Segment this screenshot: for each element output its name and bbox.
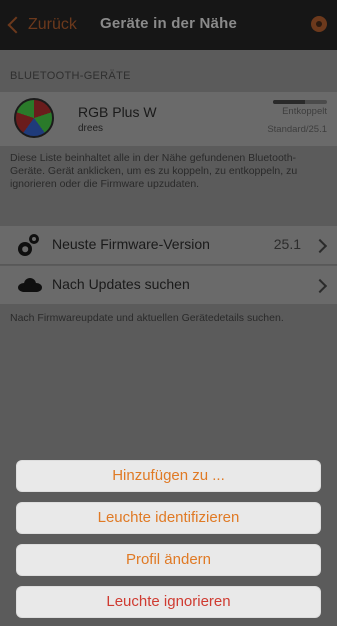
bluetooth-description: Diese Liste beinhaltet alle in der Nähe … [10, 152, 298, 190]
screen: Zurück Geräte in der Nähe BLUETOOTH-GERÄ… [0, 0, 337, 626]
device-status: Entkoppelt [282, 106, 327, 117]
cloud-icon [18, 278, 42, 292]
page-title: Geräte in der Nähe [100, 15, 237, 32]
ignore-light-button[interactable]: Leuchte ignorieren [16, 586, 321, 618]
check-updates-row[interactable]: Nach Updates suchen [0, 266, 337, 304]
signal-fill [273, 100, 306, 104]
firmware-version-value: 25.1 [273, 236, 301, 252]
add-to-button[interactable]: Hinzufügen zu ... [16, 460, 321, 492]
device-subtitle: drees [78, 123, 104, 134]
check-updates-label: Nach Updates suchen [52, 276, 190, 292]
identify-light-button[interactable]: Leuchte identifizieren [16, 502, 321, 534]
signal-bar [273, 100, 327, 104]
gears-icon [18, 234, 40, 256]
change-profile-button[interactable]: Profil ändern [16, 544, 321, 576]
device-version: Standard/25.1 [267, 124, 327, 135]
alert-icon[interactable] [311, 16, 327, 32]
device-row[interactable]: RGB Plus W drees Entkoppelt Standard/25.… [0, 92, 337, 146]
firmware-version-row[interactable]: Neuste Firmware-Version 25.1 [0, 226, 337, 265]
gear-shape [18, 242, 32, 256]
rgb-device-icon [14, 98, 54, 138]
device-name: RGB Plus W [78, 104, 157, 120]
firmware-version-label: Neuste Firmware-Version [52, 236, 210, 252]
top-bar: Zurück Geräte in der Nähe [0, 0, 337, 50]
cloud-shape [21, 287, 39, 292]
chevron-right-icon [312, 278, 328, 294]
updates-note: Nach Firmwareupdate und aktuellen Geräte… [10, 312, 284, 324]
section-title-bluetooth: BLUETOOTH-GERÄTE [10, 70, 131, 82]
chevron-right-icon [312, 238, 328, 254]
gear-shape [29, 234, 39, 244]
